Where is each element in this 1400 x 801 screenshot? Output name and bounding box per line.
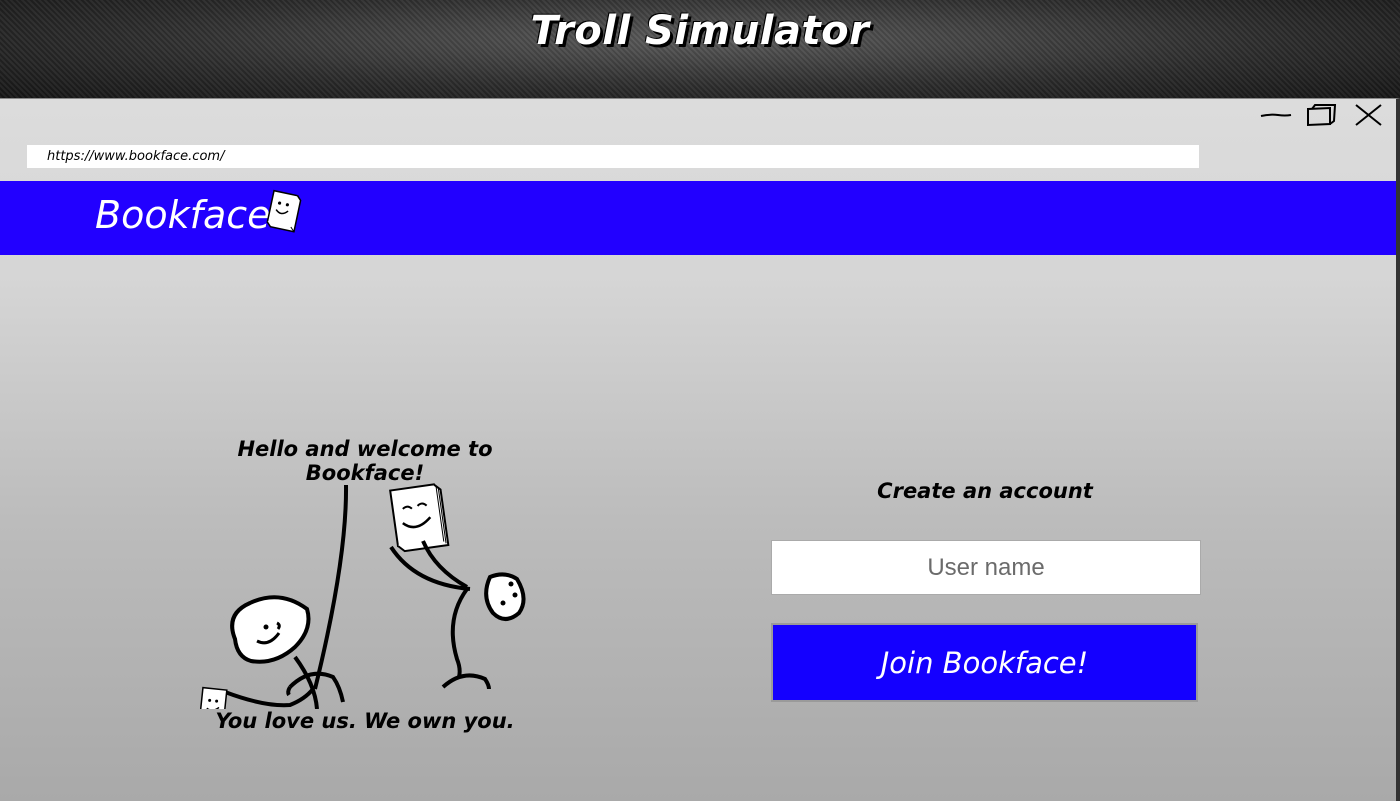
join-button[interactable]: Join Bookface! <box>771 623 1198 702</box>
site-header: Bookface <box>0 181 1396 255</box>
game-header: Troll Simulator <box>0 0 1400 98</box>
book-face-icon <box>266 189 302 233</box>
tagline: You love us. We own you. <box>215 709 515 733</box>
minimize-icon <box>1260 113 1292 117</box>
close-button[interactable] <box>1350 101 1386 129</box>
maximize-icon <box>1307 104 1337 127</box>
create-account-heading: Create an account <box>877 479 1093 503</box>
maximize-button[interactable] <box>1302 101 1338 129</box>
site-logo-text[interactable]: Bookface <box>95 193 271 237</box>
username-input[interactable] <box>771 540 1201 595</box>
address-bar[interactable]: https://www.bookface.com/ <box>27 145 1199 168</box>
minimize-button[interactable] <box>1258 101 1294 129</box>
game-title: Troll Simulator <box>530 8 870 54</box>
browser-window: https://www.bookface.com/ Bookface Hello… <box>0 98 1400 801</box>
stick-figures-legs <box>286 671 491 703</box>
welcome-heading: Hello and welcome to Bookface! <box>237 437 493 485</box>
close-icon <box>1355 104 1382 126</box>
